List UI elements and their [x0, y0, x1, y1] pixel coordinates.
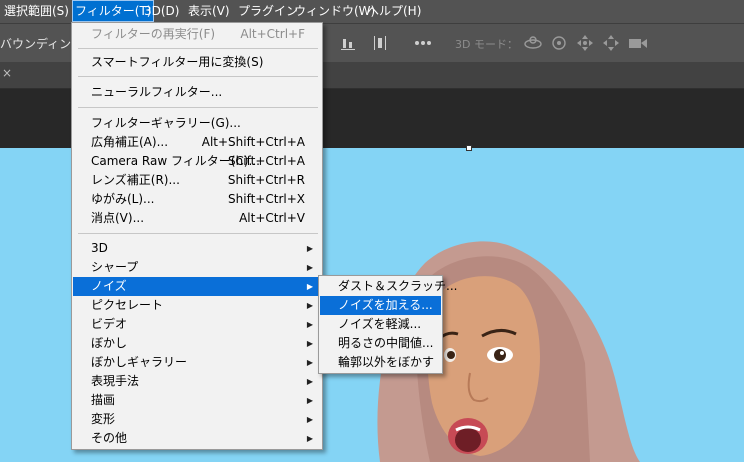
- menu-item-last-filter: フィルターの再実行(F) Alt+Ctrl+F: [91, 27, 305, 41]
- noise-submenu: ダスト＆スクラッチ... ノイズを加える... ノイズを軽減... 明るさの中間…: [318, 275, 457, 374]
- chevron-right-icon: ▶: [306, 396, 313, 405]
- close-icon[interactable]: ×: [2, 66, 12, 80]
- menu-help[interactable]: ヘルプ(H): [364, 0, 424, 22]
- chevron-right-icon: ▶: [306, 301, 313, 310]
- chevron-right-icon: ▶: [306, 339, 313, 348]
- separator: [78, 76, 318, 77]
- chevron-right-icon: ▶: [306, 263, 313, 272]
- distribute-icon[interactable]: [372, 35, 388, 54]
- menu-view[interactable]: 表示(V): [185, 0, 233, 22]
- chevron-right-icon: ▶: [306, 415, 313, 424]
- submenu-3d[interactable]: 3D ▶: [73, 239, 321, 258]
- chevron-right-icon: ▶: [306, 358, 313, 367]
- 3d-video-camera-icon[interactable]: [628, 34, 648, 55]
- menu-item-lens-correction[interactable]: レンズ補正(R)... Shift+Ctrl+R: [73, 171, 321, 190]
- menu-item-despeckle[interactable]: 輪郭以外をぼかす: [320, 353, 441, 372]
- more-options-icon[interactable]: [414, 35, 432, 54]
- submenu-sharpen[interactable]: シャープ ▶: [73, 258, 321, 277]
- 3d-mode-label: 3D モード：: [455, 38, 518, 51]
- menu-item-add-noise[interactable]: ノイズを加える...: [320, 296, 441, 315]
- separator: [78, 107, 318, 108]
- menu-item-reduce-noise[interactable]: ノイズを軽減...: [320, 315, 441, 334]
- menu-item-adaptive-wide-angle[interactable]: 広角補正(A)... Alt+Shift+Ctrl+A: [73, 133, 321, 152]
- align-bottom-icon[interactable]: [340, 35, 356, 54]
- chevron-right-icon: ▶: [306, 377, 313, 386]
- menu-item-median[interactable]: 明るさの中間値...: [320, 334, 441, 353]
- menu-3d[interactable]: 3D(D): [141, 0, 182, 22]
- separator: [78, 233, 318, 234]
- 3d-slide-icon[interactable]: [602, 34, 620, 55]
- menu-item-vanishing-point[interactable]: 消点(V)... Alt+Ctrl+V: [73, 209, 321, 228]
- submenu-stylize[interactable]: 表現手法 ▶: [73, 372, 321, 391]
- chevron-right-icon: ▶: [306, 282, 313, 291]
- menu-item-camera-raw[interactable]: Camera Raw フィルター(C)... Shift+Ctrl+A: [73, 152, 321, 171]
- 3d-pan-icon[interactable]: [576, 34, 594, 55]
- menu-item-dust-scratches[interactable]: ダスト＆スクラッチ...: [320, 277, 457, 296]
- menu-item-neural-filter[interactable]: ニューラルフィルター...: [73, 83, 321, 102]
- submenu-render[interactable]: 描画 ▶: [73, 391, 321, 410]
- submenu-video[interactable]: ビデオ ▶: [73, 315, 321, 334]
- 3d-orbit-icon[interactable]: [523, 34, 543, 55]
- menu-item-smart-filter[interactable]: スマートフィルター用に変換(S): [73, 53, 321, 72]
- submenu-blur-gallery[interactable]: ぼかしギャラリー ▶: [73, 353, 321, 372]
- chevron-right-icon: ▶: [306, 320, 313, 329]
- separator: [78, 48, 318, 49]
- menu-item-liquify[interactable]: ゆがみ(L)... Shift+Ctrl+X: [73, 190, 321, 209]
- chevron-right-icon: ▶: [306, 244, 313, 253]
- submenu-other[interactable]: その他 ▶: [73, 429, 321, 448]
- submenu-distort[interactable]: 変形 ▶: [73, 410, 321, 429]
- chevron-right-icon: ▶: [306, 434, 313, 443]
- 3d-roll-icon[interactable]: [550, 34, 568, 55]
- submenu-pixelate[interactable]: ピクセレート ▶: [73, 296, 321, 315]
- filter-menu: フィルターの再実行(F) Alt+Ctrl+F スマートフィルター用に変換(S)…: [71, 22, 323, 450]
- menu-bar: 選択範囲(S) フィルター(T) 3D(D) 表示(V) プラグイン ウィンドウ…: [0, 0, 744, 23]
- menu-select[interactable]: 選択範囲(S): [1, 0, 72, 22]
- submenu-blur[interactable]: ぼかし ▶: [73, 334, 321, 353]
- menu-item-filter-gallery[interactable]: フィルターギャラリー(G)...: [73, 114, 321, 133]
- submenu-noise[interactable]: ノイズ ▶: [73, 277, 321, 296]
- transform-handle[interactable]: [466, 145, 472, 151]
